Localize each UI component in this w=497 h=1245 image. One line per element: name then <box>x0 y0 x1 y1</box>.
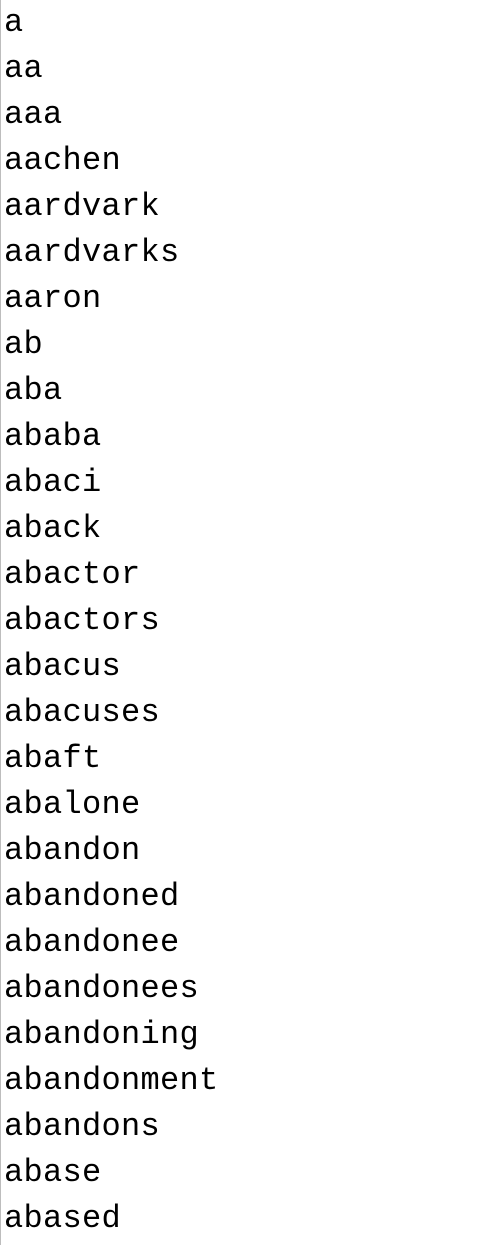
text-line: aback <box>4 510 102 547</box>
text-line: a <box>4 4 24 41</box>
text-line: abaft <box>4 740 102 777</box>
text-line: abalone <box>4 786 141 823</box>
text-line: aaron <box>4 280 102 317</box>
text-line: ababa <box>4 418 102 455</box>
text-line: abandonees <box>4 970 200 1007</box>
text-line: abandon <box>4 832 141 869</box>
text-line: aardvarks <box>4 234 180 271</box>
text-line: aardvark <box>4 188 161 225</box>
text-line: abacus <box>4 648 122 685</box>
text-line: aa <box>4 50 44 87</box>
text-line: abactor <box>4 556 141 593</box>
text-line: abandoned <box>4 878 180 915</box>
text-line: aba <box>4 372 63 409</box>
word-list: a aa aaa aachen aardvark aardvarks aaron… <box>4 0 219 1242</box>
text-line: abactors <box>4 602 161 639</box>
text-line: abandonment <box>4 1062 219 1099</box>
text-line: abaci <box>4 464 102 501</box>
text-line: aachen <box>4 142 122 179</box>
text-line: abandoning <box>4 1016 200 1053</box>
text-line: abandons <box>4 1108 161 1145</box>
text-line: abased <box>4 1200 122 1237</box>
text-document[interactable]: a aa aaa aachen aardvark aardvarks aaron… <box>0 0 497 1245</box>
text-line: aaa <box>4 96 63 133</box>
text-line: ab <box>4 326 44 363</box>
text-line: abacuses <box>4 694 161 731</box>
text-line: abase <box>4 1154 102 1191</box>
text-line: abandonee <box>4 924 180 961</box>
